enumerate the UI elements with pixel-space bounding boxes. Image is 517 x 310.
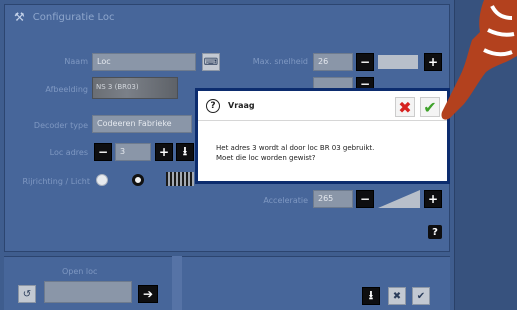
open-loc-button[interactable]: ➔ [138,285,158,303]
max-speed-label: Max. snelheid [252,57,308,66]
dialog-body: ? Vraag ✖ ✔ Het adres 3 wordt al door lo… [198,91,447,181]
direction-radio-off[interactable] [96,174,108,186]
direction-label: Rijrichting / Licht [22,177,90,186]
image-label: Afbeelding [45,85,88,94]
loc-select-field[interactable] [44,281,132,303]
question-icon: ? [432,226,438,238]
loco-image[interactable]: NS 3 (BR03) [92,77,178,99]
decoder-field[interactable]: Codeeren Fabrieke [92,115,192,133]
decoder-label: Decoder type [33,121,88,130]
open-loc-label: Open loc [62,267,98,276]
window-title: ⚒ Configuratie Loc [14,10,114,24]
track-icon [166,172,194,186]
address-field[interactable]: 3 [115,143,151,161]
question-dialog: ? Vraag ✖ ✔ Het adres 3 wordt al door lo… [195,88,450,184]
accel-ramp[interactable] [378,190,420,208]
address-minus-button[interactable]: − [94,143,112,161]
accel-minus-button[interactable]: − [356,190,374,208]
keyboard-icon: ⌨ [203,56,219,68]
keyboard-button[interactable]: ⌨ [202,53,220,71]
close-icon: ✖ [392,290,402,302]
save-button[interactable]: ⭳ [362,287,380,305]
dialog-title: Vraag [228,101,255,110]
accel-field[interactable]: 265 [313,190,353,208]
download-icon: ⭳ [182,143,188,158]
address-download-button[interactable]: ⭳ [176,143,194,161]
plus-icon: + [427,192,439,206]
bottom-divider [172,256,182,310]
help-button[interactable]: ? [428,225,442,239]
max-speed-field[interactable]: 26 [313,53,353,71]
max-speed-gauge[interactable] [378,55,418,69]
minus-icon: − [359,55,371,69]
dialog-message-line2: Moet die loc worden gewist? [216,154,316,162]
question-icon: ? [206,98,220,113]
minus-icon: − [97,145,109,159]
dialog-message-line1: Het adres 3 wordt al door loc BR 03 gebr… [216,144,375,152]
check-icon: ✔ [416,290,426,302]
arrow-right-icon: ➔ [142,287,154,301]
close-icon: ✖ [398,97,412,117]
accel-label: Acceleratie [263,196,308,205]
accel-plus-button[interactable]: + [424,190,442,208]
name-label: Naam [64,57,88,66]
window-title-text: Configuratie Loc [32,11,115,23]
address-label: Loc adres [49,148,88,157]
name-field[interactable]: Loc [92,53,196,71]
dialog-message: Het adres 3 wordt al door loc BR 03 gebr… [216,143,374,163]
minus-icon: − [359,192,371,206]
plus-icon: + [158,145,170,159]
confirm-button[interactable]: ✔ [412,287,430,305]
hand-pointer-icon [441,0,517,120]
discard-button[interactable]: ✖ [388,287,406,305]
address-plus-button[interactable]: + [155,143,173,161]
direction-radio-on[interactable] [132,174,144,186]
back-button[interactable]: ↺ [18,285,36,303]
back-icon: ↺ [22,288,32,300]
max-speed-minus-button[interactable]: − [356,53,374,71]
loco-image-text: NS 3 (BR03) [96,83,139,91]
wrench-icon: ⚒ [14,10,25,24]
dialog-cancel-button[interactable]: ✖ [395,97,415,117]
download-icon: ⭳ [368,287,374,302]
